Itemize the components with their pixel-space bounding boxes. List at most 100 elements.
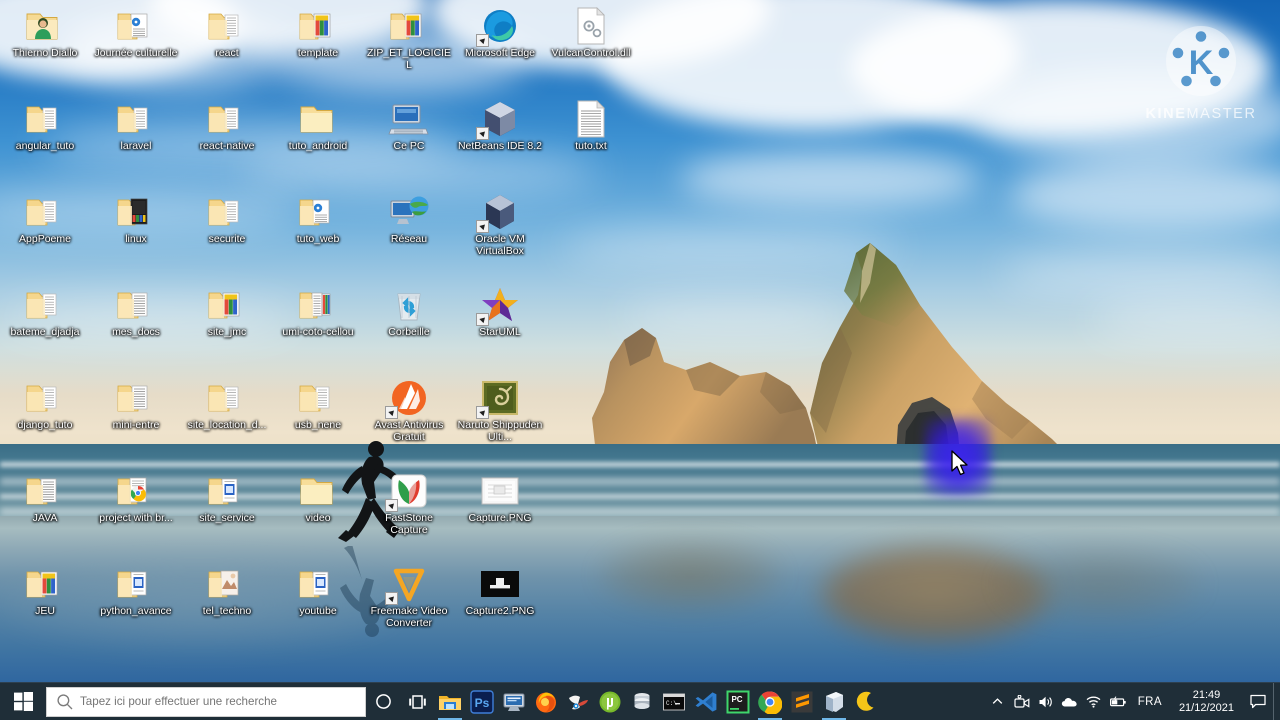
- desktop-icon-folder-docs[interactable]: securite: [184, 192, 270, 246]
- desktop-icon-folder-docs[interactable]: site_location_d...: [184, 378, 270, 432]
- desktop-icon-folder-lines[interactable]: JAVA: [2, 471, 88, 525]
- taskbar[interactable]: Ps: [0, 682, 1280, 720]
- desktop-icon-avast[interactable]: Avast Antivirus Gratuit: [366, 378, 452, 443]
- taskbar-app-database[interactable]: [626, 683, 658, 720]
- taskbar-app-chrome[interactable]: [754, 683, 786, 720]
- taskbar-search-box[interactable]: [46, 686, 366, 717]
- battery-icon[interactable]: [1106, 683, 1130, 720]
- folder-docs-icon: [295, 378, 341, 418]
- show-hidden-icons-icon[interactable]: [986, 683, 1010, 720]
- taskbar-app-sublime-text[interactable]: [786, 683, 818, 720]
- vscode-icon: [695, 691, 717, 712]
- folder-color-icon: [204, 285, 250, 325]
- onedrive-icon[interactable]: [1058, 683, 1082, 720]
- desktop-icon-label: site_location_d...: [187, 419, 267, 431]
- command-prompt-icon: C:\: [663, 693, 685, 710]
- desktop-icon-folder-docs[interactable]: react-native: [184, 99, 270, 153]
- desktop-icon-label: tuto_web: [296, 233, 340, 245]
- screen-recorder-icon[interactable]: [1010, 683, 1034, 720]
- desktop-icon-label: Oracle VM VirtualBox: [475, 233, 525, 257]
- desktop-icon-label: VulcanControl.dll: [551, 47, 631, 59]
- desktop-icon-freemake[interactable]: Freemake Video Converter: [366, 564, 452, 629]
- taskbar-app-shell[interactable]: [562, 683, 594, 720]
- desktop-icon-folder-docs[interactable]: usb_nene: [275, 378, 361, 432]
- pycharm-icon: PC: [726, 690, 750, 713]
- desktop-icon-dll-file[interactable]: VulcanControl.dll: [548, 6, 634, 60]
- desktop-icon-network[interactable]: Réseau: [366, 192, 452, 246]
- desktop-icon-grid[interactable]: Thierno Diallo Journée culturelle react tem…: [0, 0, 660, 680]
- desktop-icon-folder-lines[interactable]: mini-entre: [93, 378, 179, 432]
- desktop-icon-folder-blue[interactable]: site_service: [184, 471, 270, 525]
- taskbar-app-command-prompt[interactable]: C:\: [658, 683, 690, 720]
- search-input[interactable]: [80, 695, 357, 708]
- task-view-button[interactable]: [400, 683, 434, 720]
- night-light-icon: [856, 691, 874, 711]
- cloud-shape: [980, 70, 1280, 165]
- chrome-icon: [758, 690, 783, 715]
- cortana-button[interactable]: [366, 683, 400, 720]
- desktop-icon-folder-docs[interactable]: react: [184, 6, 270, 60]
- taskbar-app-remote-desktop[interactable]: [498, 683, 530, 720]
- desktop-icon-folder-color[interactable]: ZIP_ET_LOGICIEL: [366, 6, 452, 71]
- desktop-icon-label: Capture2.PNG: [465, 605, 535, 617]
- taskbar-app-night-light[interactable]: [850, 683, 882, 720]
- taskbar-app-utorrent[interactable]: [594, 683, 626, 720]
- cloud-shape: [680, 150, 980, 208]
- desktop-icon-staruml[interactable]: StarUML: [457, 285, 543, 339]
- desktop-icon-folder-chrome[interactable]: project with br...: [93, 471, 179, 525]
- taskbar-clock[interactable]: 21:49 21/12/2021: [1170, 689, 1243, 715]
- desktop-icon-folder-plain[interactable]: tuto_android: [275, 99, 361, 153]
- desktop-icon-image-file[interactable]: Capture.PNG: [457, 471, 543, 525]
- desktop-icon-netbeans[interactable]: NetBeans IDE 8.2: [457, 99, 543, 153]
- desktop-icon-edge[interactable]: Microsoft Edge: [457, 6, 543, 60]
- desktop-icon-folder-docs[interactable]: angular_tuto: [2, 99, 88, 153]
- desktop-icon-folder-color[interactable]: site_jmc: [184, 285, 270, 339]
- taskbar-app-firefox[interactable]: [530, 683, 562, 720]
- desktop-icon-label: FastStone Capture: [385, 512, 433, 536]
- clock-date: 21/12/2021: [1178, 701, 1234, 714]
- desktop-icon-folder-docs[interactable]: bateme_djadja: [2, 285, 88, 339]
- desktop-icon-folder-user[interactable]: Thierno Diallo: [2, 6, 88, 60]
- desktop-icon-folder-docs[interactable]: django_tuto: [2, 378, 88, 432]
- desktop-icon-folder-color[interactable]: JEU: [2, 564, 88, 618]
- desktop-icon-folder-blue[interactable]: youtube: [275, 564, 361, 618]
- desktop-icon-folder-docs[interactable]: AppPoeme: [2, 192, 88, 246]
- volume-icon[interactable]: [1034, 683, 1058, 720]
- show-desktop-button[interactable]: [1273, 682, 1280, 720]
- taskbar-app-file-explorer[interactable]: [434, 683, 466, 720]
- folder-user-icon: [22, 6, 68, 46]
- desktop-icon-folder-plain[interactable]: video: [275, 471, 361, 525]
- taskbar-app-office[interactable]: [818, 683, 850, 720]
- desktop-icon-virtualbox[interactable]: Oracle VM VirtualBox: [457, 192, 543, 257]
- desktop-icon-folder-lines[interactable]: mes_docs: [93, 285, 179, 339]
- sublime-text-icon: [791, 691, 813, 712]
- taskbar-app-pycharm[interactable]: PC: [722, 683, 754, 720]
- desktop-icon-naruto[interactable]: Naruto Shippuden Ulti...: [457, 378, 543, 443]
- wifi-icon[interactable]: [1082, 683, 1106, 720]
- database-icon: [634, 692, 650, 709]
- desktop-icon-folder-media[interactable]: Journée culturelle: [93, 6, 179, 60]
- desktop-icon-folder-mixed[interactable]: umi-coto-cellou: [275, 285, 361, 339]
- desktop-icon-image-dark[interactable]: Capture2.PNG: [457, 564, 543, 618]
- desktop-icon-folder-docs[interactable]: laravel: [93, 99, 179, 153]
- desktop-icon-folder-dark[interactable]: linux: [93, 192, 179, 246]
- desktop-icon-folder-color[interactable]: template: [275, 6, 361, 60]
- taskbar-app-photoshop[interactable]: Ps: [466, 683, 498, 720]
- taskbar-app-vscode[interactable]: [690, 683, 722, 720]
- desktop-icon-recycle-bin[interactable]: Corbeille: [366, 285, 452, 339]
- system-tray[interactable]: FRA 21:49 21/12/2021: [986, 682, 1280, 720]
- action-center-button[interactable]: [1243, 683, 1273, 720]
- desktop-icon-folder-media[interactable]: tuto_web: [275, 192, 361, 246]
- desktop-icon-folder-blue[interactable]: python_avance: [93, 564, 179, 618]
- remote-desktop-icon: [503, 693, 525, 711]
- desktop-icon-this-pc[interactable]: Ce PC: [366, 99, 452, 153]
- folder-docs-icon: [113, 99, 159, 139]
- desktop-icon-text-file[interactable]: tuto.txt: [548, 99, 634, 153]
- desktop-icon-label: tuto_android: [288, 140, 348, 152]
- start-button[interactable]: [0, 683, 46, 720]
- folder-docs-icon: [204, 192, 250, 232]
- desktop-icon-faststone[interactable]: FastStone Capture: [366, 471, 452, 536]
- language-indicator[interactable]: FRA: [1130, 696, 1170, 708]
- desktop-icon-folder-photo[interactable]: tel_techno: [184, 564, 270, 618]
- folder-lines-icon: [113, 285, 159, 325]
